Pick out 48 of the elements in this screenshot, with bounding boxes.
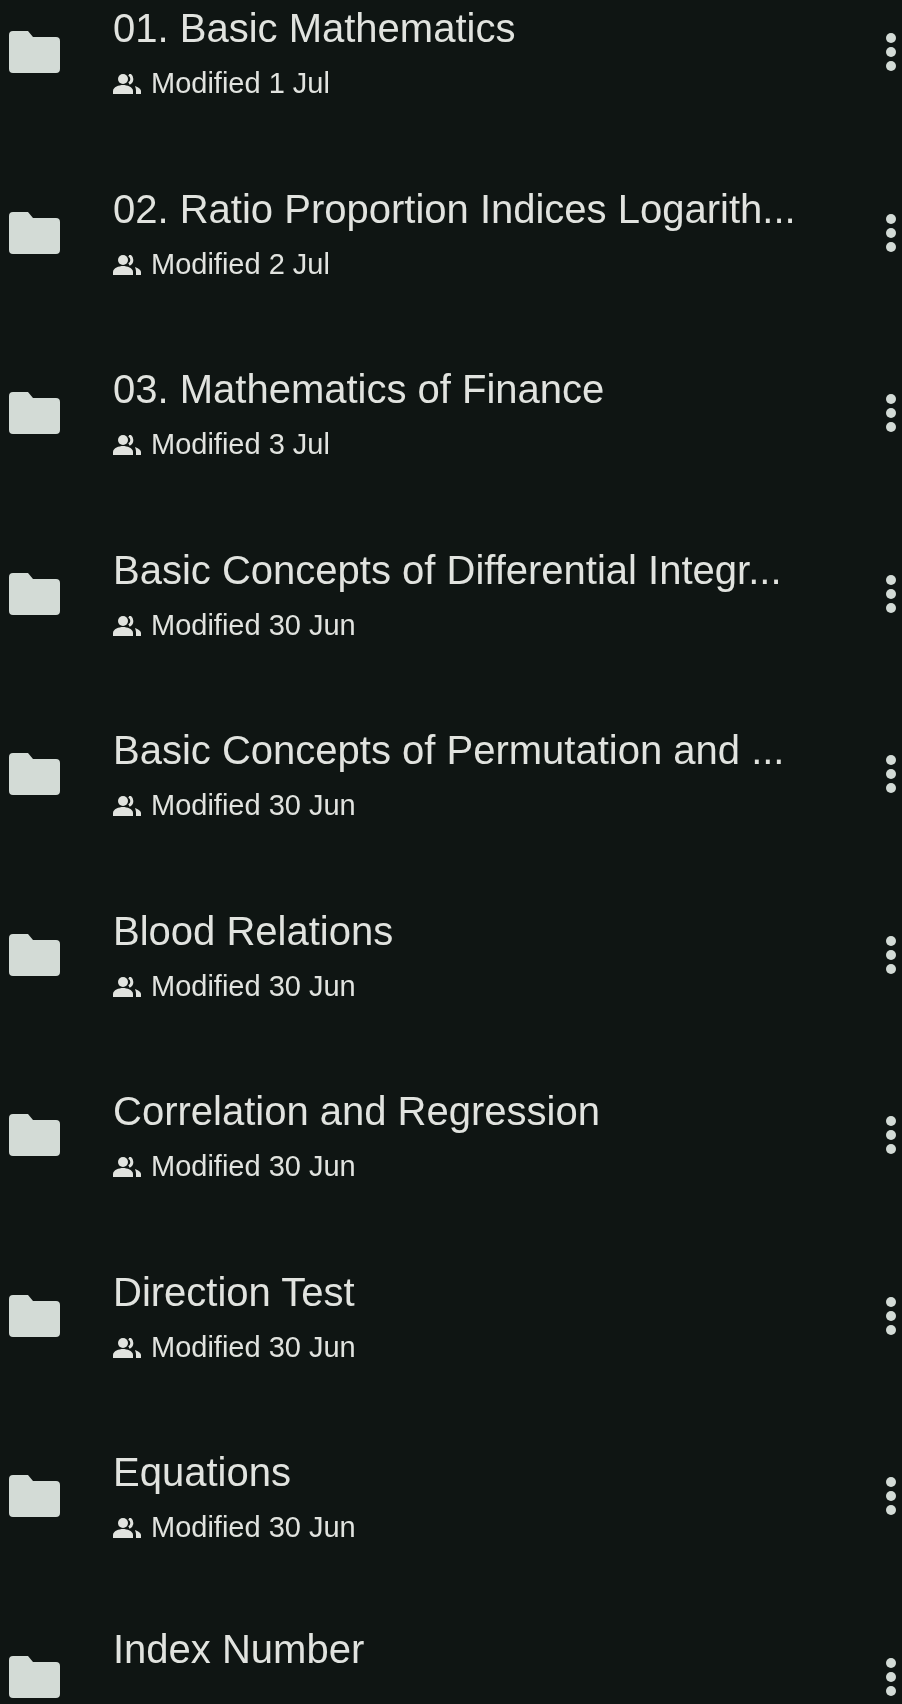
more-options-icon[interactable] <box>885 573 897 614</box>
people-icon <box>113 254 141 275</box>
folder-icon <box>9 392 60 435</box>
folder-icon <box>9 753 60 796</box>
folder-name[interactable]: Equations <box>113 1448 885 1497</box>
folder-name[interactable]: Basic Concepts of Permutation and ... <box>113 726 885 775</box>
people-icon <box>113 1157 141 1178</box>
folder-name[interactable]: 02. Ratio Proportion Indices Logarith... <box>113 184 885 233</box>
more-options-icon[interactable] <box>885 1476 897 1517</box>
people-icon <box>113 435 141 456</box>
folder-icon <box>9 211 60 254</box>
people-icon <box>113 976 141 997</box>
folder-icon <box>9 31 60 74</box>
people-icon <box>113 1518 141 1539</box>
folder-icon <box>9 1655 60 1698</box>
more-options-icon[interactable] <box>885 212 897 253</box>
folder-name[interactable]: 03. Mathematics of Finance <box>113 365 885 414</box>
modified-date: Modified 30 Jun <box>151 1151 356 1184</box>
folder-name[interactable]: Blood Relations <box>113 906 885 955</box>
folder-name[interactable]: Index Number <box>113 1624 885 1673</box>
more-options-icon[interactable] <box>885 32 897 73</box>
modified-date: Modified 30 Jun <box>151 970 356 1003</box>
modified-date: Modified 30 Jun <box>151 790 356 823</box>
people-icon <box>113 74 141 95</box>
folder-icon <box>9 1114 60 1157</box>
more-options-icon[interactable] <box>885 1115 897 1156</box>
people-icon <box>113 1337 141 1358</box>
people-icon <box>113 615 141 636</box>
more-options-icon[interactable] <box>885 1295 897 1336</box>
folder-icon <box>9 1294 60 1337</box>
modified-date: Modified 30 Jun <box>151 609 356 642</box>
more-options-icon[interactable] <box>885 1656 897 1697</box>
folder-icon <box>9 933 60 976</box>
more-options-icon[interactable] <box>885 754 897 795</box>
modified-date: Modified 1 Jul <box>151 68 330 101</box>
folder-icon <box>9 1475 60 1518</box>
modified-date: Modified 2 Jul <box>151 248 330 281</box>
folder-icon <box>9 572 60 615</box>
more-options-icon[interactable] <box>885 393 897 434</box>
modified-date: Modified 3 Jul <box>151 429 330 462</box>
folder-name[interactable]: 01. Basic Mathematics <box>113 4 885 53</box>
modified-date: Modified 30 Jun <box>151 1512 356 1545</box>
folder-name[interactable]: Correlation and Regression <box>113 1087 885 1136</box>
folder-name[interactable]: Basic Concepts of Differential Integr... <box>113 545 885 594</box>
more-options-icon[interactable] <box>885 934 897 975</box>
people-icon <box>113 796 141 817</box>
modified-date: Modified 30 Jun <box>151 1331 356 1364</box>
folder-name[interactable]: Direction Test <box>113 1267 885 1316</box>
